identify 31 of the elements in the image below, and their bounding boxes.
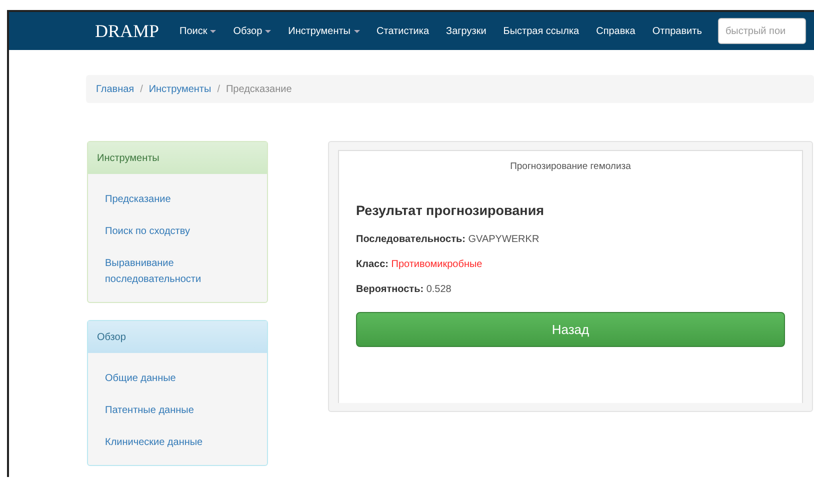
nav-link[interactable]: Статистика xyxy=(368,26,438,36)
sidebar-link[interactable]: Клинические данные xyxy=(105,427,267,459)
breadcrumb-current: Предсказание xyxy=(226,84,292,94)
panel-heading: Обзор xyxy=(88,321,267,353)
nav-link[interactable]: Обзор xyxy=(224,26,280,36)
nav-link[interactable]: Загрузки xyxy=(438,26,495,36)
caret-icon xyxy=(265,30,272,32)
nav-link[interactable]: Отправить xyxy=(644,26,710,36)
nav-link[interactable]: Поиск xyxy=(171,26,225,36)
result-field: Класс: Противомикробные xyxy=(356,259,785,270)
breadcrumb-separator: / xyxy=(217,84,220,94)
sidebar-link[interactable]: Выравнивание последовательности xyxy=(105,248,267,296)
result-field: Последовательность: GVAPYWERKR xyxy=(356,234,785,245)
sidebar-link[interactable]: Предсказание xyxy=(105,184,267,216)
breadcrumb-separator: / xyxy=(140,84,143,94)
sidebar-link[interactable]: Общие данные xyxy=(105,363,267,395)
result-heading: Результат прогнозирования xyxy=(356,203,546,218)
caret-icon xyxy=(354,30,360,32)
brand-logo[interactable]: DRAMP xyxy=(95,20,160,42)
result-field: Вероятность: 0.528 xyxy=(356,284,785,295)
tab[interactable]: Прогнозирование гемолиза xyxy=(339,151,802,184)
nav-link[interactable]: Инструменты xyxy=(280,26,368,36)
breadcrumb-link[interactable]: Инструменты xyxy=(148,84,212,94)
nav-link[interactable]: Быстрая ссылка xyxy=(494,26,588,36)
nav-link[interactable]: Справка xyxy=(588,26,644,36)
sidebar-link[interactable]: Поиск по сходству xyxy=(105,216,267,248)
breadcrumb-link[interactable]: Главная xyxy=(96,84,134,94)
sidebar-link[interactable]: Патентные данные xyxy=(105,395,267,427)
panel-heading: Инструменты xyxy=(88,142,267,174)
caret-icon xyxy=(210,30,216,32)
search-field[interactable]: быстрый пои xyxy=(718,18,806,44)
